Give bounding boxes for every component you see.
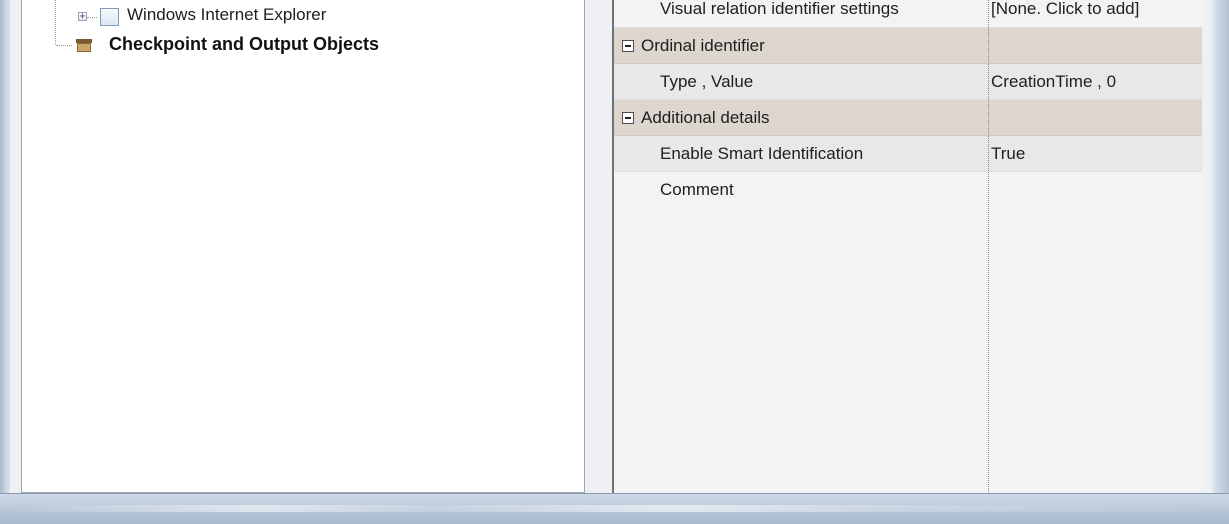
property-row-type-value[interactable]: Type , Value CreationTime , 0 xyxy=(614,64,1202,100)
tree-connector-line xyxy=(56,45,72,46)
window-frame-bottom xyxy=(0,493,1229,524)
tree-item-checkpoint-and-output-objects[interactable]: Checkpoint and Output Objects xyxy=(109,34,379,55)
property-name: Enable Smart Identification xyxy=(660,144,864,163)
property-value[interactable]: [None. Click to add] xyxy=(991,0,1197,24)
property-value[interactable]: CreationTime , 0 xyxy=(991,64,1197,100)
property-row-enable-smart-identification[interactable]: Enable Smart Identification True xyxy=(614,136,1202,172)
property-grid[interactable]: Visual relation identifier settings [Non… xyxy=(612,0,1202,493)
tree-connector-line xyxy=(55,0,56,45)
property-name: Visual relation identifier settings xyxy=(660,0,899,18)
plus-expander-icon[interactable]: + xyxy=(78,12,87,22)
category-title: Additional details xyxy=(641,108,770,127)
window-frame-left xyxy=(0,0,10,524)
window-frame-right[interactable] xyxy=(1212,0,1229,524)
category-additional-details[interactable]: Additional details xyxy=(614,100,1202,136)
column-separator[interactable] xyxy=(988,0,989,493)
object-tree-pane[interactable]: + Windows Internet Explorer Checkpoint a… xyxy=(21,0,585,493)
minus-collapse-icon[interactable] xyxy=(622,40,634,52)
frame-sheen xyxy=(20,505,1209,512)
property-row-visual-relation[interactable]: Visual relation identifier settings [Non… xyxy=(614,0,1202,28)
property-value[interactable]: True xyxy=(991,136,1197,172)
property-row-comment[interactable]: Comment xyxy=(614,172,1202,208)
tree-connector-line xyxy=(87,17,97,18)
property-name: Type , Value xyxy=(660,72,754,91)
property-name: Comment xyxy=(660,180,734,199)
window-icon xyxy=(100,8,119,26)
tree-item-windows-internet-explorer[interactable]: Windows Internet Explorer xyxy=(127,5,326,25)
category-ordinal-identifier[interactable]: Ordinal identifier xyxy=(614,28,1202,64)
category-title: Ordinal identifier xyxy=(641,36,765,55)
box-icon xyxy=(76,39,92,52)
property-value[interactable] xyxy=(991,172,1197,208)
minus-collapse-icon[interactable] xyxy=(622,112,634,124)
